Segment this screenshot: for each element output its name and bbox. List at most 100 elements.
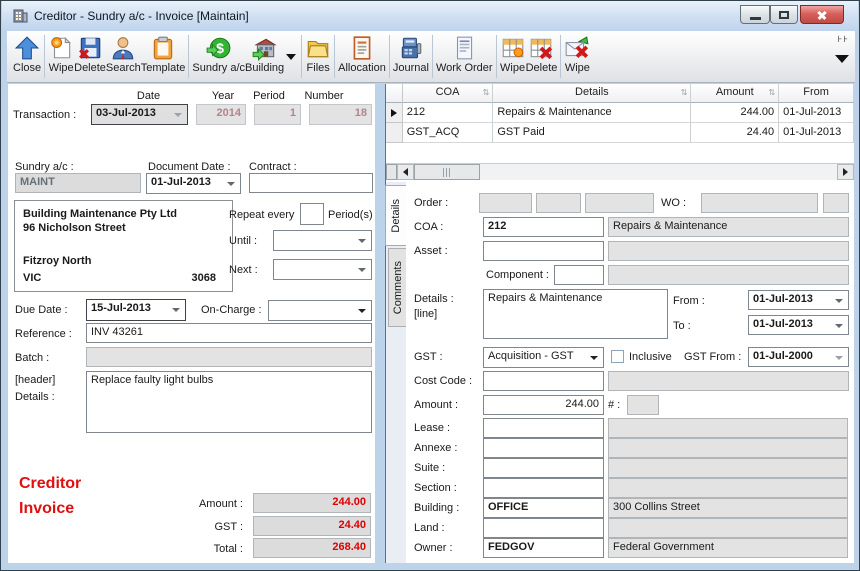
toolbar: Close Wipe Delete Search Template $ Sund… [7, 31, 855, 83]
grid-row-1[interactable]: 212 Repairs & Maintenance 244.00 01-Jul-… [386, 103, 854, 123]
creditor-name: Building Maintenance Pty Ltd [23, 208, 178, 220]
toolbar-delete-button[interactable]: Delete [74, 31, 106, 82]
toolbar-template-button[interactable]: Template [141, 31, 185, 82]
wipe-mail-icon [566, 36, 589, 59]
total-gst-field: 24.40 [253, 516, 371, 536]
scroll-right-button[interactable] [837, 164, 854, 180]
coa-desc: Repairs & Maintenance [608, 217, 849, 237]
grid-horizontal-scrollbar[interactable] [386, 163, 854, 180]
land-label: Land : [414, 522, 445, 534]
grid-row-2[interactable]: GST_ACQ GST Paid 24.40 01-Jul-2013 [386, 123, 854, 143]
cell-from[interactable]: 01-Jul-2013 [779, 103, 854, 123]
app-building-icon [13, 9, 28, 23]
minimize-icon [750, 17, 761, 20]
toolbar-journal-button[interactable]: Journal [393, 31, 429, 82]
grid-column-from[interactable]: From [779, 84, 854, 103]
header-details-textarea[interactable]: Replace faulty light bulbs [86, 371, 372, 433]
period-column-header: Period [253, 90, 285, 102]
line-details-textarea[interactable]: Repairs & Maintenance [483, 289, 668, 339]
annexe-field[interactable] [483, 438, 604, 458]
toolbar-separator [188, 35, 190, 78]
toolbar-building-button[interactable]: Building [245, 31, 284, 82]
owner-field[interactable]: FEDGOV [483, 538, 604, 558]
maximize-button[interactable] [770, 5, 798, 24]
scroll-left-button[interactable] [397, 164, 414, 180]
contract-field[interactable] [249, 173, 373, 193]
toolbar-overflow-arrow[interactable] [835, 55, 849, 73]
current-row-arrow-icon [390, 108, 397, 117]
gst-from-combo[interactable]: 01-Jul-2000 [748, 347, 849, 367]
coa-field[interactable]: 212 [483, 217, 604, 237]
close-window-button[interactable] [800, 5, 844, 24]
cost-code-field[interactable] [483, 371, 604, 391]
cell-coa[interactable]: 212 [402, 103, 494, 123]
toolbar-workorder-button[interactable]: Work Order [436, 31, 493, 82]
scrollbar-splitter[interactable] [386, 164, 397, 180]
cell-amount[interactable]: 244.00 [691, 103, 780, 123]
owner-label: Owner : [414, 542, 453, 554]
toolbar-wipe-button[interactable]: Wipe [48, 31, 74, 82]
from-combo[interactable]: 01-Jul-2013 [748, 290, 849, 310]
gst-combo[interactable]: Acquisition - GST [483, 347, 604, 368]
toolbar-close-button[interactable]: Close [13, 31, 41, 82]
land-field[interactable] [483, 518, 604, 538]
tab-comments[interactable]: Comments [388, 248, 406, 327]
inclusive-checkbox[interactable] [611, 350, 624, 363]
asset-field[interactable] [483, 241, 604, 261]
until-label: Until : [229, 235, 258, 247]
hash-field [627, 395, 659, 415]
toolbar-sundry-button[interactable]: $ Sundry a/c [192, 31, 245, 82]
transaction-year-field: 2014 [196, 104, 246, 125]
building-dropdown-arrow[interactable] [284, 31, 298, 82]
to-combo[interactable]: 01-Jul-2013 [748, 315, 849, 335]
lease-field[interactable] [483, 418, 604, 438]
grid-corner-cell[interactable] [386, 84, 403, 103]
toolbar-delete-grid-button[interactable]: Delete [526, 31, 557, 82]
date-column-header: Date [136, 90, 161, 102]
grid-column-details[interactable]: Details ⇅ [493, 84, 692, 103]
wo-field-2 [823, 193, 849, 213]
section-field[interactable] [483, 478, 604, 498]
toolbar-wipe-mail-button[interactable]: Wipe [564, 31, 590, 82]
component-desc [608, 265, 849, 285]
minimize-button[interactable] [740, 5, 770, 24]
cell-from[interactable]: 01-Jul-2013 [779, 123, 854, 143]
until-combo[interactable] [273, 230, 372, 251]
row-selector[interactable] [386, 123, 403, 143]
transaction-date-combo[interactable]: 03-Jul-2013 [91, 104, 188, 125]
document-date-combo[interactable]: 01-Jul-2013 [146, 173, 241, 194]
creditor-state: VIC [23, 272, 42, 284]
row-selector[interactable] [386, 103, 403, 123]
line-amount-field[interactable]: 244.00 [483, 395, 604, 415]
on-charge-combo[interactable] [268, 300, 372, 321]
building-field[interactable]: OFFICE [483, 498, 604, 518]
reference-field[interactable]: INV 43261 [86, 323, 372, 343]
toolbar-pin-icon[interactable]: ⊦⊦ [838, 34, 849, 45]
search-person-icon [113, 37, 134, 60]
grid-column-coa[interactable]: COA ⇅ [402, 84, 494, 103]
toolbar-search-button[interactable]: Search [106, 31, 141, 82]
due-date-combo[interactable]: 15-Jul-2013 [86, 299, 186, 321]
sundry-dollar-icon: $ [206, 37, 231, 59]
grid-column-amount[interactable]: Amount ⇅ [691, 84, 780, 103]
component-field[interactable] [554, 265, 604, 285]
toolbar-wipe-grid-button[interactable]: Wipe [500, 31, 526, 82]
cell-amount[interactable]: 24.40 [691, 123, 780, 143]
grand-total-field: 268.40 [253, 538, 371, 558]
toolbar-separator [334, 35, 336, 78]
cell-details[interactable]: Repairs & Maintenance [493, 103, 692, 123]
tab-details[interactable]: Details [385, 185, 406, 246]
asset-desc [608, 241, 849, 261]
scrollbar-thumb[interactable] [414, 164, 480, 180]
document-date-label: Document Date : [148, 161, 231, 173]
suite-field[interactable] [483, 458, 604, 478]
toolbar-files-button[interactable]: Files [305, 31, 331, 82]
sundry-field[interactable]: MAINT [15, 173, 141, 193]
toolbar-allocation-button[interactable]: Allocation [338, 31, 386, 82]
titlebar[interactable]: Creditor - Sundry a/c - Invoice [Maintai… [2, 1, 858, 31]
cell-details[interactable]: GST Paid [493, 123, 692, 143]
repeat-every-field[interactable] [300, 203, 324, 225]
next-combo[interactable] [273, 259, 372, 280]
left-arrow-icon [403, 168, 408, 176]
cell-coa[interactable]: GST_ACQ [402, 123, 494, 143]
